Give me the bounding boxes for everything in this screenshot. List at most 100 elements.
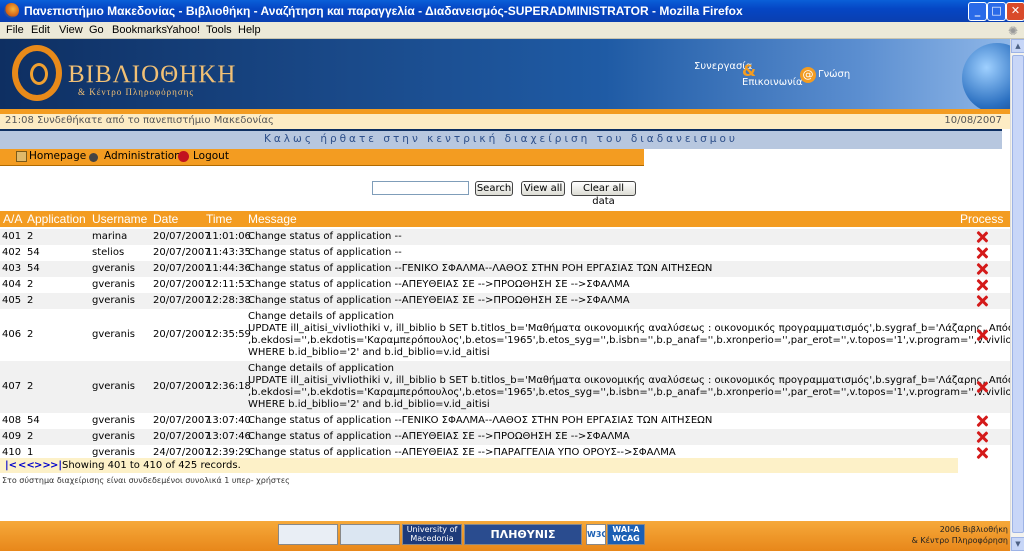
last-page-link[interactable]: >| bbox=[50, 460, 62, 471]
delete-icon[interactable] bbox=[976, 295, 988, 307]
row-application: 54 bbox=[27, 415, 40, 426]
row-date: 20/07/2007 bbox=[153, 415, 211, 426]
scroll-up-icon[interactable]: ▲ bbox=[1011, 39, 1024, 53]
minimize-button[interactable]: _ bbox=[968, 2, 987, 21]
table-row: 405 2 gveranis 20/07/2007 12:28:38 Change sta… bbox=[0, 293, 1010, 309]
row-time: 11:43:35 bbox=[206, 247, 251, 258]
row-username: gveranis bbox=[92, 263, 135, 274]
row-date: 20/07/2007 bbox=[153, 263, 211, 274]
library-subtitle: & Κέντρο Πληροφόρησης bbox=[78, 87, 194, 97]
menu-go[interactable]: Go bbox=[89, 24, 104, 36]
menu-tools[interactable]: Tools bbox=[206, 24, 232, 36]
nav-administration[interactable]: Administration bbox=[104, 150, 181, 162]
row-application: 2 bbox=[27, 329, 34, 340]
table-row: 407 2 gveranis 20/07/2007 12:36:18 Change det… bbox=[0, 361, 1010, 413]
university-of-macedonia-logo[interactable]: University of Macedonia bbox=[402, 524, 462, 545]
row-aa: 403 bbox=[2, 263, 22, 274]
row-aa: 407 bbox=[2, 381, 22, 392]
welcome-text: Καλως ήρθατε στην κεντρική διαχείριση το… bbox=[264, 133, 738, 145]
row-application: 2 bbox=[27, 231, 34, 242]
copyright: 2006 Βιβλιοθήκη & Κέντρο Πληροφόρηση bbox=[912, 524, 1008, 546]
w3c-logo[interactable]: W3C bbox=[586, 524, 606, 545]
delete-icon[interactable] bbox=[976, 263, 988, 275]
welcome-bar: Καλως ήρθατε στην κεντρική διαχείριση το… bbox=[0, 129, 1002, 149]
search-button[interactable]: Search bbox=[475, 181, 513, 196]
menu-view[interactable]: View bbox=[59, 24, 83, 36]
row-message-line: Change status of application --ΑΠΕΥΘΕΙΑΣ… bbox=[248, 295, 630, 306]
table-row: 408 54 gveranis 20/07/2007 13:07:40 Change st… bbox=[0, 413, 1010, 429]
delete-icon[interactable] bbox=[976, 279, 988, 291]
login-info: 21:08 Συνδεθήκατε από το πανεπιστήμιο Μα… bbox=[5, 115, 274, 126]
row-message-line: Change details of application bbox=[248, 311, 394, 322]
row-date: 24/07/2007 bbox=[153, 447, 211, 458]
menu-bookmarks[interactable]: Bookmarks bbox=[112, 24, 167, 36]
row-time: 12:11:53 bbox=[206, 279, 251, 290]
admin-icon bbox=[89, 153, 98, 162]
first-page-link[interactable]: |< bbox=[5, 460, 17, 471]
row-aa: 409 bbox=[2, 431, 22, 442]
nav-bar: Homepage Administration Logout bbox=[0, 149, 644, 166]
table-row: 409 2 gveranis 20/07/2007 13:07:46 Change sta… bbox=[0, 429, 1010, 445]
row-time: 11:01:06 bbox=[206, 231, 251, 242]
window-title: Πανεπιστήμιο Μακεδονίας - Βιβλιοθήκη - Α… bbox=[24, 4, 743, 18]
view-all-button[interactable]: View all bbox=[521, 181, 565, 196]
header-time: Time bbox=[206, 212, 233, 226]
delete-icon[interactable] bbox=[976, 381, 988, 393]
nav-logout[interactable]: Logout bbox=[193, 150, 229, 162]
table-header: A/A Application Username Date Time Messa… bbox=[0, 211, 1010, 227]
vertical-scrollbar[interactable]: ▲ ▼ bbox=[1010, 39, 1024, 551]
row-application: 54 bbox=[27, 247, 40, 258]
maximize-button[interactable]: □ bbox=[987, 2, 1006, 21]
menu-help[interactable]: Help bbox=[238, 24, 261, 36]
header-aa: A/A bbox=[3, 212, 23, 226]
scroll-thumb[interactable] bbox=[1012, 55, 1024, 533]
delete-icon[interactable] bbox=[976, 415, 988, 427]
menu-edit[interactable]: Edit bbox=[31, 24, 50, 36]
row-message-line: Change status of application -- bbox=[248, 231, 402, 242]
row-date: 20/07/2007 bbox=[153, 381, 211, 392]
row-date: 20/07/2007 bbox=[153, 295, 211, 306]
table-row: 403 54 gveranis 20/07/2007 11:44:36 Change st… bbox=[0, 261, 1010, 277]
row-message-line: Change status of application --ΓΕΝΙΚΟ ΣΦ… bbox=[248, 415, 713, 426]
menu-file[interactable]: File bbox=[6, 24, 24, 36]
delete-icon[interactable] bbox=[976, 247, 988, 259]
close-button[interactable]: ✕ bbox=[1006, 2, 1024, 21]
pagination-bar: |< << >> >| Showing 401 to 410 of 425 re… bbox=[0, 458, 958, 473]
row-message: Change details of application UPDATE ill_… bbox=[248, 311, 1010, 359]
menu-yahoo[interactable]: Yahoo! bbox=[166, 24, 200, 36]
row-message: Change status of application -- bbox=[248, 231, 402, 243]
plithynis-logo[interactable]: ΠΛΗΘΥΝΙΣ bbox=[464, 524, 582, 545]
row-date: 20/07/2007 bbox=[153, 329, 211, 340]
delete-icon[interactable] bbox=[976, 231, 988, 243]
header-message: Message bbox=[248, 212, 297, 226]
row-aa: 404 bbox=[2, 279, 22, 290]
row-time: 12:35:59 bbox=[206, 329, 251, 340]
search-input[interactable] bbox=[372, 181, 469, 195]
row-date: 20/07/2007 bbox=[153, 231, 211, 242]
row-username: gveranis bbox=[92, 295, 135, 306]
scroll-down-icon[interactable]: ▼ bbox=[1011, 537, 1024, 551]
next-page-link[interactable]: >> bbox=[34, 460, 51, 471]
row-message: Change status of application --ΑΠΕΥΘΕΙΑΣ… bbox=[248, 279, 630, 291]
page-content: ΒΙΒΛΙΟΘΗΚΗ & Κέντρο Πληροφόρησης Συνεργα… bbox=[0, 39, 1010, 551]
delete-icon[interactable] bbox=[976, 329, 988, 341]
home-icon bbox=[16, 151, 27, 162]
row-username: gveranis bbox=[92, 381, 135, 392]
delete-icon[interactable] bbox=[976, 447, 988, 459]
row-application: 2 bbox=[27, 295, 34, 306]
prev-page-link[interactable]: << bbox=[18, 460, 35, 471]
table-row: 404 2 gveranis 20/07/2007 12:11:53 Change sta… bbox=[0, 277, 1010, 293]
copyright-line-1: 2006 Βιβλιοθήκη bbox=[939, 525, 1008, 534]
eu-logo[interactable] bbox=[340, 524, 400, 545]
current-date: 10/08/2007 bbox=[944, 115, 1002, 126]
firefox-icon bbox=[4, 3, 19, 18]
row-application: 54 bbox=[27, 263, 40, 274]
row-username: stelios bbox=[92, 247, 125, 258]
delete-icon[interactable] bbox=[976, 431, 988, 443]
row-aa: 405 bbox=[2, 295, 22, 306]
partner-logo[interactable] bbox=[278, 524, 338, 545]
wai-a-logo[interactable]: WAI-A WCAG 1.0 bbox=[607, 524, 645, 545]
nav-homepage[interactable]: Homepage bbox=[29, 150, 86, 162]
slogan-communication: Επικοινωνία bbox=[742, 77, 803, 88]
clear-all-data-button[interactable]: Clear all data bbox=[571, 181, 636, 207]
